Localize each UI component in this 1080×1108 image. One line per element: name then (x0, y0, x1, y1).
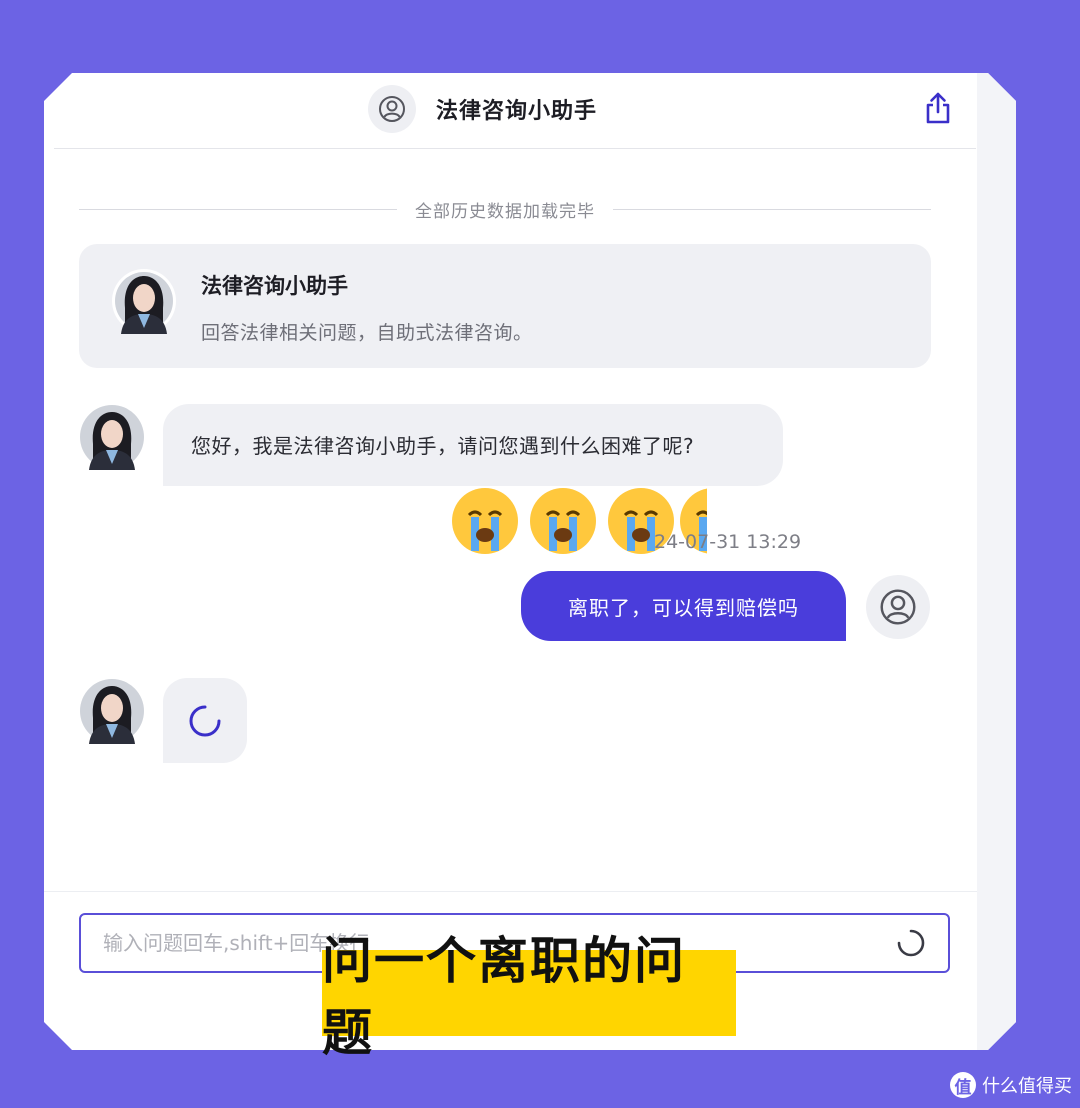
crying-face-icon (452, 488, 518, 554)
share-icon[interactable] (922, 91, 954, 125)
scrollbar-track[interactable] (977, 73, 1016, 1050)
video-caption: 问一个离职的问题 (322, 932, 736, 1062)
page-title: 法律咨询小助手 (436, 99, 598, 124)
history-divider: 全部历史数据加载完毕 (79, 195, 931, 223)
assistant-avatar (112, 269, 176, 334)
send-loading-icon[interactable] (896, 928, 926, 958)
loading-spinner-icon (189, 705, 221, 736)
bot-message-bubble: 您好，我是法律咨询小助手，请问您遇到什么困难了呢? (163, 404, 783, 486)
divider-line-left (79, 208, 397, 210)
intro-description: 回答法律相关问题，自助式法律咨询。 (201, 322, 533, 344)
watermark-logo-icon: 值 (950, 1072, 976, 1098)
watermark: 值 什么值得买 (950, 1072, 1072, 1098)
message-timestamp: 24-07-31 13:29 (654, 531, 802, 553)
assistant-intro-card: 法律咨询小助手 回答法律相关问题，自助式法律咨询。 (79, 244, 931, 368)
input-area-divider (44, 891, 977, 892)
user-circle-icon (379, 96, 405, 122)
divider-line-right (613, 208, 931, 210)
history-loaded-text: 全部历史数据加载完毕 (415, 201, 595, 222)
chat-header: 法律咨询小助手 (54, 73, 976, 149)
user-avatar (866, 575, 930, 639)
assistant-avatar (80, 679, 144, 744)
intro-title: 法律咨询小助手 (201, 274, 348, 298)
bot-loading-bubble (163, 678, 247, 763)
user-circle-icon (880, 589, 916, 625)
bot-profile-icon[interactable] (368, 85, 416, 133)
user-message-bubble: 离职了，可以得到赔偿吗 (521, 571, 846, 641)
chat-window: 法律咨询小助手 全部历史数据加载完毕 法律咨询小助手 回答法律相关问题，自助式法… (44, 73, 1016, 1050)
crying-face-icon (530, 488, 596, 554)
watermark-text: 什么值得买 (982, 1076, 1072, 1097)
assistant-avatar (80, 405, 144, 470)
